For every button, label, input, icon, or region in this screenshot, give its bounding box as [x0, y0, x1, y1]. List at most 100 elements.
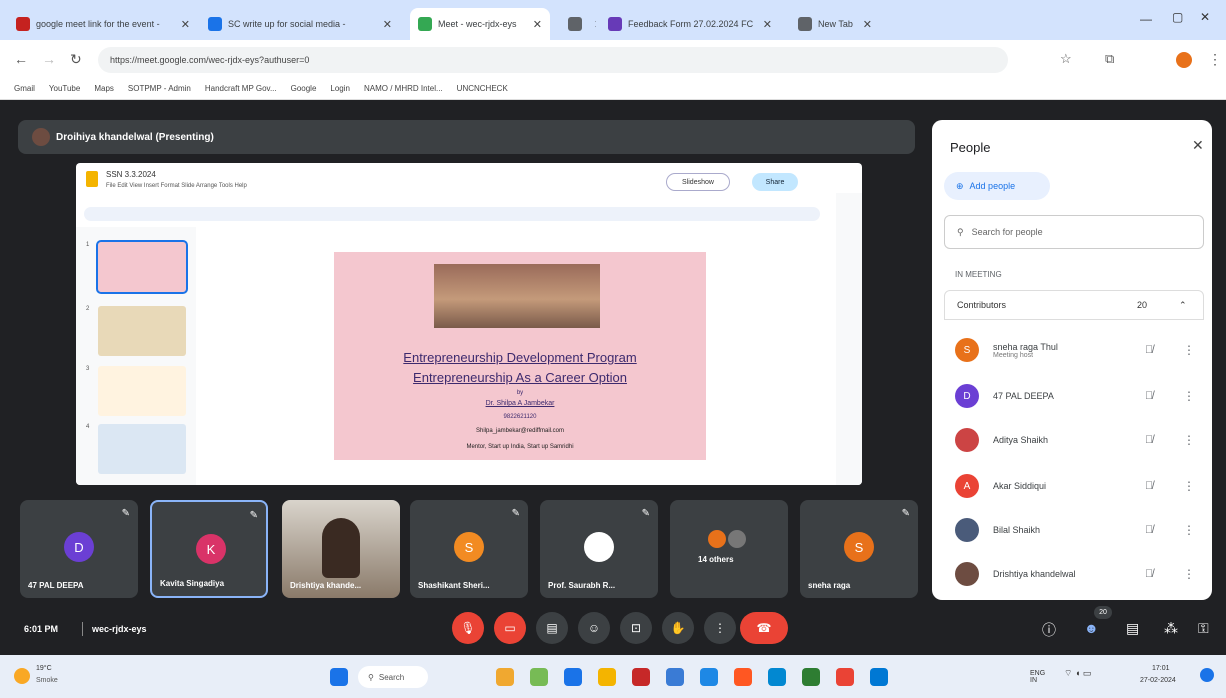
close-tab-icon[interactable]: ✕ [533, 18, 542, 31]
minimize-icon[interactable]: — [1140, 12, 1152, 26]
browser-tab[interactable]: SC write up for social media - ✕ [200, 8, 400, 40]
extensions-icon[interactable]: ⧉ [1105, 51, 1114, 67]
participant-tile[interactable]: Drishtiya khande... [282, 500, 400, 598]
browser-tab[interactable]: New Tab ✕ [790, 8, 880, 40]
more-options-icon[interactable]: ⋮ [1183, 343, 1195, 357]
add-people-button[interactable]: ⊕ Add people [944, 172, 1050, 200]
taskbar-app-icon[interactable] [734, 668, 752, 686]
more-menu-icon[interactable]: ⋮ [1208, 51, 1222, 68]
taskbar-app-icon[interactable] [530, 668, 548, 686]
slide-thumbnail[interactable] [96, 240, 188, 294]
slides-menu[interactable]: File Edit View Insert Format Slide Arran… [106, 183, 247, 189]
reload-icon[interactable]: ↻ [70, 51, 82, 68]
taskbar-app-icon[interactable] [598, 668, 616, 686]
more-options-icon[interactable]: ⋮ [1183, 433, 1195, 447]
browser-tab[interactable]: Feedback Form 27.02.2024 FC ✕ [600, 8, 780, 40]
chevron-up-icon[interactable]: ⌃ [1179, 300, 1187, 311]
start-icon[interactable] [330, 668, 348, 686]
bookmark-item[interactable]: SOTPMP - Admin [128, 84, 191, 93]
weather-icon[interactable] [14, 668, 30, 684]
more-options-icon[interactable]: ⋮ [1183, 523, 1195, 537]
close-tab-icon[interactable]: ✕ [763, 18, 772, 31]
captions-button[interactable]: ▤ [536, 612, 568, 644]
slide-thumbnail[interactable] [98, 306, 186, 356]
participant-row[interactable]: Drishtiya khandelwal 🎙̸ ⋮ [955, 554, 1195, 594]
taskbar-app-icon[interactable] [700, 668, 718, 686]
bookmark-item[interactable]: UNCNCHECK [457, 84, 508, 93]
raise-hand-button[interactable]: ✋ [662, 612, 694, 644]
maximize-icon[interactable]: ▢ [1172, 10, 1183, 24]
taskbar-app-icon[interactable] [768, 668, 786, 686]
tray-icons[interactable]: ⌔ ◖ ▭ [1064, 668, 1091, 679]
bookmark-item[interactable]: NAMO / MHRD Intel... [364, 84, 443, 93]
star-icon[interactable]: ☆ [1060, 51, 1072, 67]
close-tab-icon[interactable]: ✕ [594, 18, 596, 31]
bookmark-item[interactable]: Google [291, 84, 317, 93]
url-bar[interactable]: https://meet.google.com/wec-rjdx-eys?aut… [98, 47, 1008, 73]
mic-off-button[interactable]: 🎙 [452, 612, 484, 644]
participant-row[interactable]: Bilal Shaikh 🎙̸ ⋮ [955, 510, 1195, 550]
url-text[interactable]: https://meet.google.com/wec-rjdx-eys?aut… [110, 55, 309, 65]
bookmark-item[interactable]: Handcraft MP Gov... [205, 84, 277, 93]
share-button[interactable]: Share [752, 173, 798, 191]
taskbar-app-icon[interactable] [870, 668, 888, 686]
slide-thumbnail[interactable] [98, 366, 186, 416]
close-tab-icon[interactable]: ✕ [383, 18, 392, 31]
more-options-button[interactable]: ⋮ [704, 612, 736, 644]
notifications-icon[interactable] [1200, 668, 1214, 682]
weather-desc[interactable]: Smoke [36, 677, 58, 684]
bookmark-item[interactable]: Login [330, 84, 350, 93]
more-options-icon[interactable]: ⋮ [1183, 389, 1195, 403]
participant-tile[interactable]: 14 others [670, 500, 788, 598]
present-button[interactable]: ⊡ [620, 612, 652, 644]
taskbar-app-icon[interactable] [666, 668, 684, 686]
emoji-button[interactable]: ☺ [578, 612, 610, 644]
bookmark-item[interactable]: YouTube [49, 84, 80, 93]
info-icon[interactable]: ⓘ [1042, 620, 1056, 640]
participant-tile[interactable]: K Kavita Singadiya ✎ [150, 500, 268, 598]
participant-row[interactable]: Ssneha raga Thul Meeting host 🎙̸ ⋮ [955, 330, 1195, 370]
doc-title[interactable]: SSN 3.3.2024 [106, 170, 156, 179]
slideshow-button[interactable]: Slideshow [666, 173, 730, 191]
contributors-header[interactable]: Contributors 20 ⌃ [944, 290, 1204, 320]
leave-call-button[interactable]: ☎ [740, 612, 788, 644]
chat-icon[interactable]: ▤ [1126, 620, 1139, 637]
host-controls-icon[interactable]: ⚿ [1198, 620, 1209, 637]
participant-row[interactable]: D 47 PAL DEEPA 🎙̸ ⋮ [955, 376, 1195, 416]
camera-off-button[interactable]: ▭ [494, 612, 526, 644]
participant-row[interactable]: A Akar Siddiqui 🎙̸ ⋮ [955, 466, 1195, 506]
profile-avatar[interactable] [1176, 52, 1192, 68]
close-window-icon[interactable]: ✕ [1200, 10, 1210, 24]
bookmark-item[interactable]: Gmail [14, 84, 35, 93]
participant-tile[interactable]: Prof. Saurabh R... ✎ [540, 500, 658, 598]
close-tab-icon[interactable]: ✕ [181, 18, 190, 31]
participant-row[interactable]: Aditya Shaikh 🎙̸ ⋮ [955, 420, 1195, 460]
back-icon[interactable]: ← [14, 51, 28, 67]
search-people-input[interactable]: ⚲ Search for people [944, 215, 1204, 249]
taskbar-search[interactable]: ⚲ Search [358, 666, 428, 688]
close-panel-icon[interactable]: ✕ [1192, 137, 1204, 154]
taskbar-app-icon[interactable] [564, 668, 582, 686]
browser-tab[interactable]: google meet link for the event - ✕ [8, 8, 198, 40]
language-indicator[interactable]: ENG IN [1030, 670, 1054, 684]
taskbar-app-icon[interactable] [496, 668, 514, 686]
participant-tile[interactable]: Ssneha raga ✎ [800, 500, 918, 598]
browser-tab[interactable]: Meet - wec-rjdx-eys ✕ [410, 8, 550, 40]
clock-time[interactable]: 17:01 [1152, 665, 1170, 672]
slide-thumbnail[interactable] [98, 424, 186, 474]
more-options-icon[interactable]: ⋮ [1183, 567, 1195, 581]
participant-tile[interactable]: D 47 PAL DEEPA ✎ [20, 500, 138, 598]
weather-temp[interactable]: 19°C [36, 665, 52, 672]
browser-tab[interactable]: ✕ [560, 8, 596, 40]
taskbar-app-icon[interactable] [802, 668, 820, 686]
taskbar-app-icon[interactable] [632, 668, 650, 686]
bookmark-item[interactable]: Maps [94, 84, 114, 93]
forward-icon[interactable]: → [42, 51, 56, 67]
taskbar-app-icon[interactable] [836, 668, 854, 686]
clock-date[interactable]: 27-02-2024 [1140, 677, 1176, 684]
activities-icon[interactable]: ⁂ [1164, 620, 1178, 637]
close-tab-icon[interactable]: ✕ [863, 18, 872, 31]
people-icon[interactable]: ☻ [1084, 620, 1099, 636]
more-options-icon[interactable]: ⋮ [1183, 479, 1195, 493]
participant-tile[interactable]: S Shashikant Sheri... ✎ [410, 500, 528, 598]
